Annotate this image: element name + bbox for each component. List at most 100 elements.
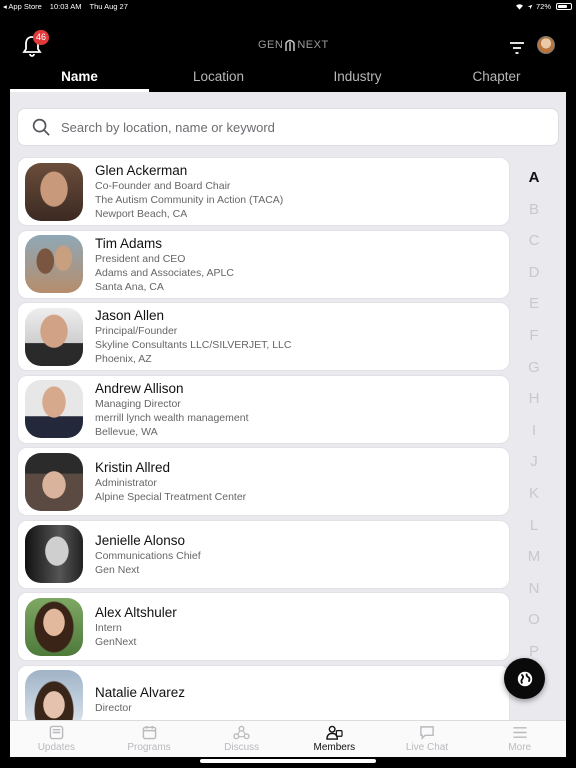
nav-label: Members xyxy=(313,742,356,753)
tab-name[interactable]: Name xyxy=(10,66,149,92)
member-title: Director xyxy=(95,701,132,714)
member-title: Communications Chief xyxy=(95,549,201,562)
member-photo xyxy=(25,525,83,583)
search-bar[interactable] xyxy=(17,108,559,146)
member-photo xyxy=(25,380,83,438)
status-time: 10:03 AM xyxy=(49,2,82,11)
member-card[interactable]: Natalie Alvarez Director xyxy=(17,664,510,720)
search-input[interactable] xyxy=(61,119,531,135)
member-card[interactable]: Jenielle Alonso Communications Chief Gen… xyxy=(17,519,510,589)
member-photo xyxy=(25,597,83,656)
status-date: Thu Aug 27 xyxy=(89,2,128,11)
index-letter[interactable]: N xyxy=(516,573,552,605)
tab-bar: Name Location Industry Chapter xyxy=(10,66,566,92)
member-card[interactable]: Tim Adams President and CEO Adams and As… xyxy=(17,229,510,299)
nav-label: Programs xyxy=(127,742,171,753)
search-icon xyxy=(32,118,50,136)
member-photo xyxy=(25,670,83,720)
logo-text-left: GEN xyxy=(258,39,284,51)
index-letter[interactable]: C xyxy=(516,225,552,257)
index-letter[interactable]: H xyxy=(516,383,552,415)
calendar-icon xyxy=(142,725,156,740)
index-letter[interactable]: B xyxy=(516,194,552,226)
nav-label: Updates xyxy=(37,742,75,753)
index-letter[interactable]: I xyxy=(516,415,552,447)
discuss-icon xyxy=(233,725,250,740)
member-card[interactable]: Alex Altshuler Intern GenNext xyxy=(17,592,510,661)
member-title: Principal/Founder xyxy=(95,325,178,337)
member-card[interactable]: Kristin Allred Administrator Alpine Spec… xyxy=(17,447,510,516)
index-letter[interactable]: G xyxy=(516,352,552,384)
location-icon xyxy=(527,4,533,9)
member-name: Tim Adams xyxy=(95,235,163,251)
index-letter[interactable]: J xyxy=(516,446,552,478)
battery-percent: 72% xyxy=(535,2,551,11)
updates-icon xyxy=(49,725,64,740)
member-company: The Autism Community in Action (TACA) xyxy=(95,194,284,206)
member-name: Natalie Alvarez xyxy=(95,684,186,700)
status-bar: ◂ App Store 10:03 AM Thu Aug 27 72% xyxy=(0,0,576,14)
menu-icon xyxy=(513,727,527,738)
index-letter[interactable]: D xyxy=(516,257,552,289)
index-letter[interactable]: K xyxy=(516,478,552,510)
member-name: Andrew Allison xyxy=(95,380,184,396)
member-title: Intern xyxy=(95,622,122,634)
index-letter[interactable]: L xyxy=(516,510,552,542)
member-company: GenNext xyxy=(95,636,137,648)
bottom-nav: Updates Programs Discuss Members Live Ch… xyxy=(10,720,566,757)
member-location: Newport Beach, CA xyxy=(95,208,188,220)
user-avatar[interactable] xyxy=(537,36,555,54)
tab-chapter[interactable]: Chapter xyxy=(427,66,566,92)
member-title: Managing Director xyxy=(95,397,181,410)
logo-mark-icon xyxy=(285,39,296,51)
nav-more[interactable]: More xyxy=(473,721,566,757)
member-title: Co-Founder and Board Chair xyxy=(95,180,231,192)
member-name: Glen Ackerman xyxy=(95,163,188,178)
member-location: Bellevue, WA xyxy=(95,425,158,438)
member-card[interactable]: Andrew Allison Managing Director merrill… xyxy=(17,374,510,444)
members-icon xyxy=(326,725,343,740)
member-location: Phoenix, AZ xyxy=(95,353,152,365)
member-card[interactable]: Jason Allen Principal/Founder Skyline Co… xyxy=(17,302,510,371)
member-photo xyxy=(25,452,83,511)
member-title: Administrator xyxy=(95,477,157,489)
wifi-icon xyxy=(515,4,523,10)
member-company: Alpine Special Treatment Center xyxy=(95,491,247,503)
alphabet-index[interactable]: A B C D E F G H I J K L M N O P R xyxy=(516,162,552,699)
chat-icon xyxy=(420,726,434,740)
index-letter[interactable]: A xyxy=(516,162,552,194)
battery-icon xyxy=(556,3,572,10)
nav-label: Live Chat xyxy=(405,742,449,753)
nav-programs[interactable]: Programs xyxy=(103,721,196,757)
member-name: Jenielle Alonso xyxy=(95,532,186,548)
app-header: 46 GEN NEXT xyxy=(0,14,576,66)
member-title: President and CEO xyxy=(95,252,186,265)
nav-label: Discuss xyxy=(224,742,260,753)
member-company: merrill lynch wealth management xyxy=(95,411,249,424)
nav-discuss[interactable]: Discuss xyxy=(195,721,288,757)
member-company: Skyline Consultants LLC/SILVERJET, LLC xyxy=(95,339,292,351)
home-indicator[interactable] xyxy=(200,759,376,763)
tab-industry[interactable]: Industry xyxy=(288,66,427,92)
notification-badge: 46 xyxy=(33,30,50,45)
nav-live-chat[interactable]: Live Chat xyxy=(381,721,474,757)
globe-button[interactable] xyxy=(504,658,545,699)
filter-icon[interactable] xyxy=(509,41,525,55)
member-name: Alex Altshuler xyxy=(95,605,177,620)
members-panel: Glen Ackerman Co-Founder and Board Chair… xyxy=(10,92,566,720)
index-letter[interactable]: O xyxy=(516,604,552,636)
nav-members[interactable]: Members xyxy=(288,721,381,757)
index-letter[interactable]: E xyxy=(516,288,552,320)
member-company: Gen Next xyxy=(95,563,140,576)
tab-location[interactable]: Location xyxy=(149,66,288,92)
member-name: Jason Allen xyxy=(95,308,165,323)
globe-icon xyxy=(517,671,532,686)
gennext-logo: GEN NEXT xyxy=(258,38,329,52)
nav-updates[interactable]: Updates xyxy=(10,721,103,757)
index-letter[interactable]: F xyxy=(516,320,552,352)
member-photo xyxy=(25,307,83,366)
members-list: Glen Ackerman Co-Founder and Board Chair… xyxy=(17,157,510,720)
index-letter[interactable]: M xyxy=(516,541,552,573)
member-card[interactable]: Glen Ackerman Co-Founder and Board Chair… xyxy=(17,157,510,226)
back-to-app-store[interactable]: ◂ App Store xyxy=(3,2,42,11)
